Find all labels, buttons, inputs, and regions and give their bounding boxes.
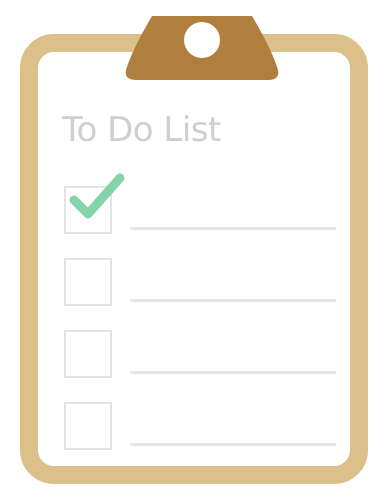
task-row-2 [64, 258, 336, 310]
task-line-3 [130, 371, 336, 374]
task-checkbox-4[interactable] [64, 402, 112, 450]
task-checkbox-2[interactable] [64, 258, 112, 306]
task-row-3 [64, 330, 336, 382]
checkmark-icon [69, 173, 125, 219]
task-checkbox-3[interactable] [64, 330, 112, 378]
clipboard-clip-icon [125, 16, 279, 80]
task-line-2 [130, 299, 336, 302]
task-row-4 [64, 402, 336, 454]
task-line-1 [130, 227, 336, 230]
clipboard-illustration: To Do List [0, 0, 384, 503]
task-line-4 [130, 443, 336, 446]
task-row-1 [64, 173, 336, 238]
list-title: To Do List [62, 110, 221, 150]
